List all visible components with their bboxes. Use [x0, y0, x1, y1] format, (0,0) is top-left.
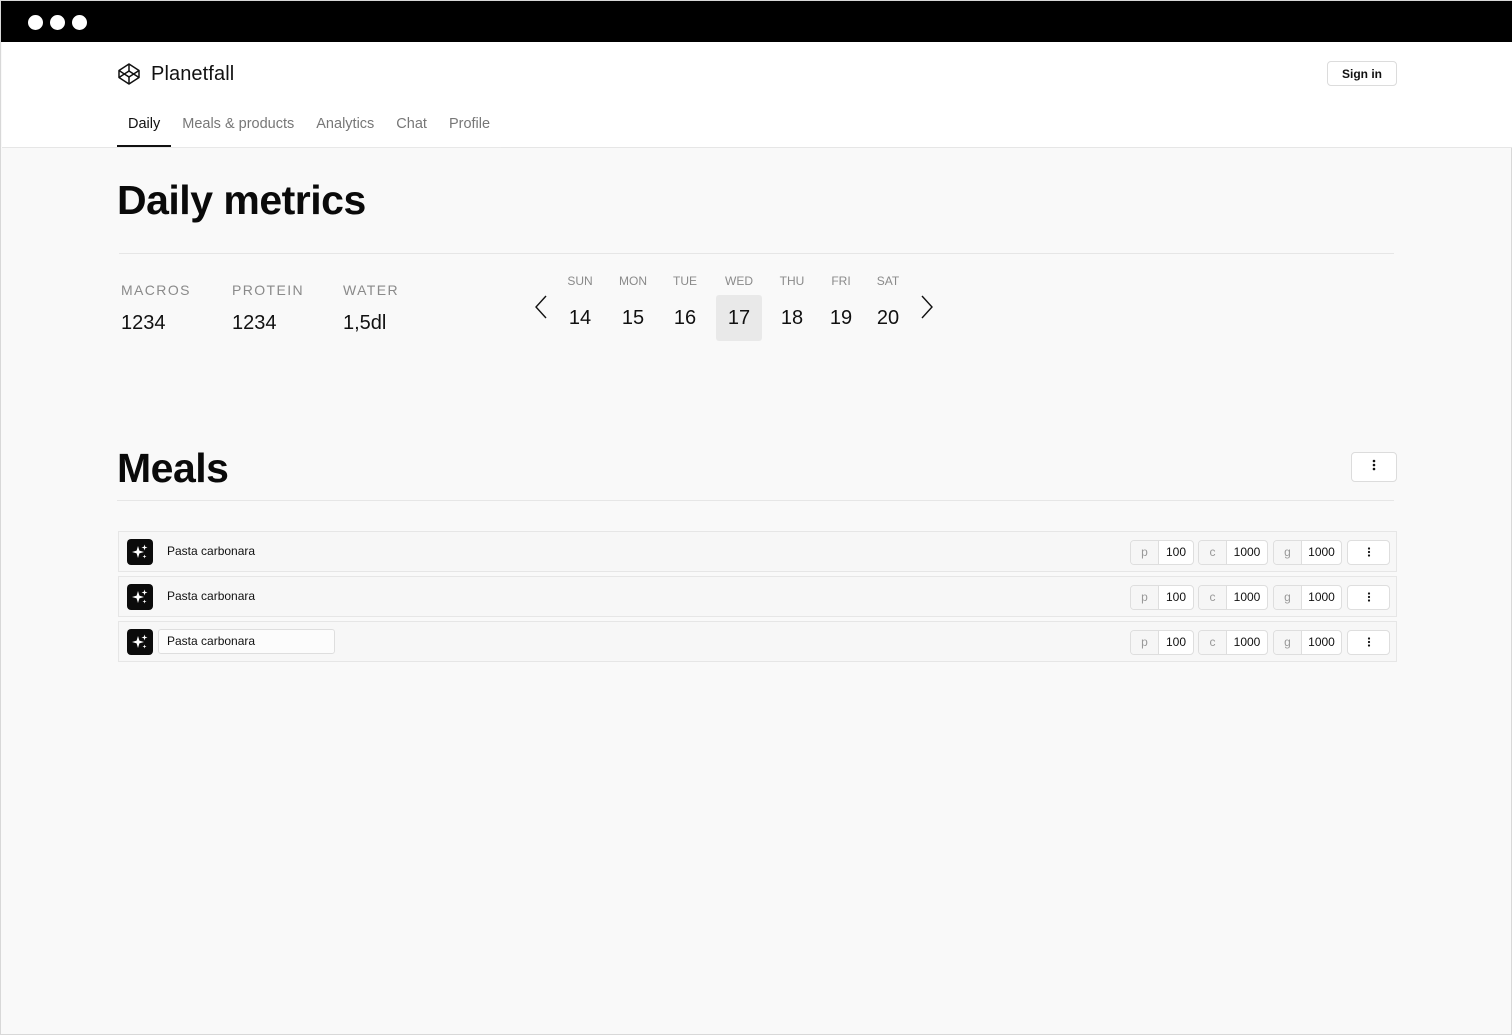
day-number: 19 — [829, 307, 853, 329]
protein-label: p — [1131, 586, 1159, 609]
day-sat[interactable]: SAT 20 — [865, 271, 911, 341]
carbs-label: c — [1199, 541, 1227, 564]
day-name: SUN — [567, 274, 593, 288]
metric-value: 1234 — [232, 312, 277, 334]
day-number: 15 — [621, 307, 645, 329]
codepen-cube-icon — [117, 62, 141, 86]
meal-name-input[interactable]: Pasta carbonara — [158, 629, 335, 654]
day-number: 18 — [780, 307, 804, 329]
day-number: 20 — [876, 307, 900, 329]
meals-heading: Meals — [117, 445, 229, 491]
divider — [119, 253, 1394, 254]
sparkles-icon[interactable] — [127, 539, 153, 565]
day-mon[interactable]: MON 15 — [610, 271, 656, 341]
carbs-label: c — [1199, 586, 1227, 609]
protein-label: p — [1131, 631, 1159, 654]
day-thu[interactable]: THU 18 — [769, 271, 815, 341]
metric-label: PROTEIN — [232, 282, 305, 298]
carbs-value[interactable]: 1000 — [1227, 586, 1267, 609]
grams-value[interactable]: 1000 — [1302, 586, 1341, 609]
day-wed-selected[interactable]: WED 17 — [716, 271, 762, 341]
tab-daily[interactable]: Daily — [117, 102, 172, 147]
previous-week-chevron-left-icon[interactable] — [533, 293, 549, 321]
protein-field[interactable]: p 100 — [1130, 585, 1194, 610]
carbs-value[interactable]: 1000 — [1227, 631, 1267, 654]
daily-metrics-heading: Daily metrics — [117, 177, 366, 223]
sparkles-icon[interactable] — [127, 629, 153, 655]
divider — [117, 500, 1394, 501]
more-vertical-icon — [1367, 544, 1371, 562]
day-fri[interactable]: FRI 19 — [818, 271, 864, 341]
meals-more-button[interactable] — [1351, 452, 1397, 482]
carbs-label: c — [1199, 631, 1227, 654]
grams-label: g — [1274, 541, 1302, 564]
protein-field[interactable]: p 100 — [1130, 630, 1194, 655]
day-number: 16 — [673, 307, 697, 329]
sign-in-button[interactable]: Sign in — [1327, 61, 1397, 86]
day-name: MON — [619, 274, 647, 288]
grams-value[interactable]: 1000 — [1302, 631, 1341, 654]
metric-value: 1,5dl — [343, 312, 387, 334]
meal-row[interactable]: Pasta carbonara p 100 c 1000 g 1000 — [118, 621, 1397, 662]
metric-label: WATER — [343, 282, 399, 298]
window-titlebar — [1, 1, 1512, 42]
grams-value[interactable]: 1000 — [1302, 541, 1341, 564]
window-control-dot[interactable] — [28, 15, 43, 30]
protein-value[interactable]: 100 — [1159, 541, 1193, 564]
metric-protein: PROTEIN 1234 — [232, 282, 304, 335]
sparkles-icon[interactable] — [127, 584, 153, 610]
tab-chat[interactable]: Chat — [385, 102, 438, 146]
protein-value[interactable]: 100 — [1159, 631, 1193, 654]
meal-row[interactable]: Pasta carbonara p 100 c 1000 g 1000 — [118, 531, 1397, 572]
window-control-dot[interactable] — [72, 15, 87, 30]
meal-row[interactable]: Pasta carbonara p 100 c 1000 g 1000 — [118, 576, 1397, 617]
grams-field[interactable]: g 1000 — [1273, 585, 1342, 610]
app-window: Planetfall Sign in Daily Meals & product… — [0, 0, 1512, 1035]
grams-label: g — [1274, 631, 1302, 654]
brand-name: Planetfall — [151, 62, 235, 85]
metric-label: MACROS — [121, 282, 191, 298]
carbs-field[interactable]: c 1000 — [1198, 540, 1268, 565]
protein-value[interactable]: 100 — [1159, 586, 1193, 609]
day-sun[interactable]: SUN 14 — [557, 271, 603, 341]
day-tue[interactable]: TUE 16 — [662, 271, 708, 341]
meal-more-button[interactable] — [1347, 630, 1390, 655]
metric-water: WATER 1,5dl — [343, 282, 399, 335]
tab-meals-products[interactable]: Meals & products — [171, 102, 305, 146]
meal-name-field[interactable]: Pasta carbonara — [158, 584, 335, 609]
main-nav-tabs: Daily Meals & products Analytics Chat Pr… — [117, 102, 502, 148]
carbs-field[interactable]: c 1000 — [1198, 585, 1268, 610]
more-vertical-icon — [1367, 634, 1371, 652]
brand[interactable]: Planetfall — [117, 60, 234, 88]
day-name: FRI — [831, 274, 851, 288]
protein-field[interactable]: p 100 — [1130, 540, 1194, 565]
more-vertical-icon — [1372, 458, 1376, 476]
tab-analytics[interactable]: Analytics — [305, 102, 385, 146]
grams-field[interactable]: g 1000 — [1273, 630, 1342, 655]
day-name: SAT — [876, 274, 900, 288]
next-week-chevron-right-icon[interactable] — [919, 293, 935, 321]
metric-value: 1234 — [121, 312, 166, 334]
meal-more-button[interactable] — [1347, 540, 1390, 565]
carbs-field[interactable]: c 1000 — [1198, 630, 1268, 655]
grams-label: g — [1274, 586, 1302, 609]
app-header: Planetfall Sign in Daily Meals & product… — [2, 42, 1512, 148]
grams-field[interactable]: g 1000 — [1273, 540, 1342, 565]
meal-more-button[interactable] — [1347, 585, 1390, 610]
day-name: THU — [779, 274, 805, 288]
day-name: TUE — [673, 274, 697, 288]
carbs-value[interactable]: 1000 — [1227, 541, 1267, 564]
window-control-dot[interactable] — [50, 15, 65, 30]
day-number: 17 — [716, 295, 762, 341]
meal-name-field[interactable]: Pasta carbonara — [158, 539, 335, 564]
protein-label: p — [1131, 541, 1159, 564]
tab-profile[interactable]: Profile — [438, 102, 501, 146]
metric-macros: MACROS 1234 — [121, 282, 191, 335]
day-name: WED — [725, 274, 753, 288]
day-number: 14 — [568, 307, 592, 329]
more-vertical-icon — [1367, 589, 1371, 607]
